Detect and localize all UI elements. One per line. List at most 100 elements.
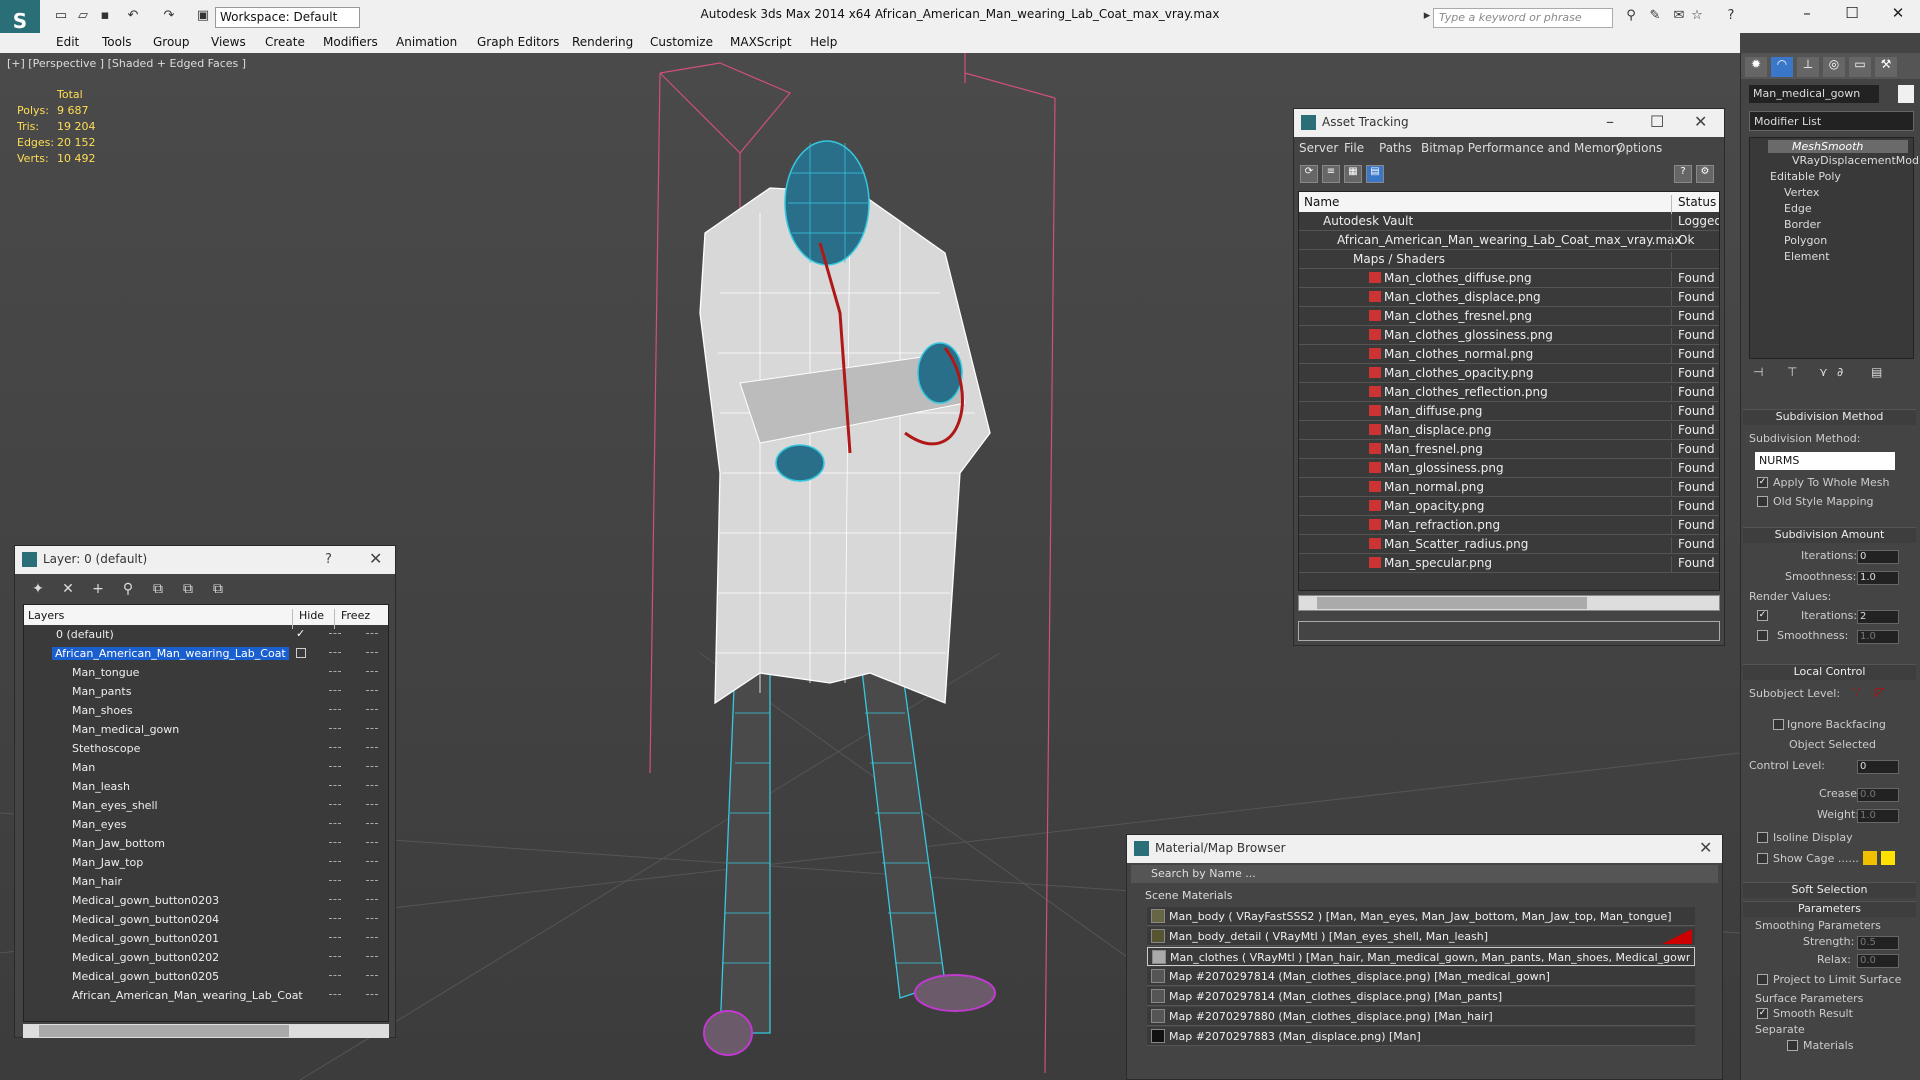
freeze-toggle[interactable]: [366, 994, 378, 996]
set-current-layer-icon[interactable]: ⧉: [179, 581, 197, 599]
layer-row[interactable]: Stethoscope: [24, 739, 388, 758]
freeze-toggle[interactable]: [366, 690, 378, 692]
scrollbar-thumb[interactable]: [39, 1025, 289, 1037]
freeze-toggle[interactable]: [366, 937, 378, 939]
layer-row[interactable]: Man_medical_gown: [24, 720, 388, 739]
hide-toggle[interactable]: [329, 918, 341, 920]
asset-row[interactable]: Maps / Shaders: [1299, 250, 1719, 269]
layer-row[interactable]: Man_tongue: [24, 663, 388, 682]
save-icon[interactable]: ▪: [96, 8, 114, 25]
configure-sets-icon[interactable]: ▤: [1871, 365, 1882, 379]
asset-menu-paths[interactable]: Paths: [1379, 141, 1412, 155]
binoculars-icon[interactable]: ⚲: [1622, 8, 1640, 25]
delete-layer-icon[interactable]: ✕: [59, 581, 77, 599]
layer-close-button[interactable]: ✕: [369, 549, 382, 568]
hide-toggle[interactable]: [329, 842, 341, 844]
layer-row[interactable]: Man_Jaw_bottom: [24, 834, 388, 853]
undo-icon[interactable]: ↶: [124, 8, 142, 25]
asset-row[interactable]: Man_displace.png Found: [1299, 421, 1719, 440]
layer-row[interactable]: Man_eyes: [24, 815, 388, 834]
freeze-toggle[interactable]: [366, 975, 378, 977]
layer-row[interactable]: Medical_gown_button0204: [24, 910, 388, 929]
menu-rendering[interactable]: Rendering: [572, 35, 633, 49]
table-view-icon[interactable]: ▤: [1366, 165, 1384, 183]
hierarchy-tab-icon[interactable]: ⊥: [1797, 57, 1819, 77]
freeze-toggle[interactable]: [366, 842, 378, 844]
freeze-toggle[interactable]: [366, 652, 378, 654]
maximize-button[interactable]: ☐: [1832, 4, 1872, 28]
menu-views[interactable]: Views: [211, 35, 246, 49]
modify-tab-icon[interactable]: ◠: [1771, 57, 1793, 77]
stack-element[interactable]: Element: [1784, 250, 1830, 263]
material-row[interactable]: Man_body ( VRayFastSSS2 ) [Man, Man_eyes…: [1147, 907, 1695, 926]
render-smoothness-checkbox[interactable]: [1757, 630, 1768, 641]
hide-toggle[interactable]: [329, 880, 341, 882]
menu-graph-editors[interactable]: Graph Editors: [477, 35, 559, 49]
make-unique-icon[interactable]: ⋎: [1819, 365, 1828, 379]
project-folder-icon[interactable]: ▣: [194, 8, 212, 25]
thumbnail-view-icon[interactable]: ▦: [1344, 165, 1362, 183]
hide-toggle[interactable]: [329, 671, 341, 673]
material-browser-titlebar[interactable]: Material/Map Browser ✕: [1127, 835, 1722, 863]
asset-minimize-button[interactable]: –: [1606, 112, 1614, 131]
hide-toggle[interactable]: [329, 766, 341, 768]
freeze-toggle[interactable]: [366, 709, 378, 711]
iterations-spinner[interactable]: 0: [1857, 550, 1899, 564]
material-browser-close-button[interactable]: ✕: [1699, 838, 1712, 857]
freeze-toggle[interactable]: [366, 747, 378, 749]
asset-path-field[interactable]: [1298, 621, 1720, 641]
scrollbar-thumb[interactable]: [1317, 597, 1587, 609]
smoothness-spinner[interactable]: 1.0: [1857, 571, 1899, 585]
rollout-subdivision-amount[interactable]: Subdivision Amount: [1743, 527, 1916, 543]
freeze-toggle[interactable]: [366, 899, 378, 901]
layer-row[interactable]: Man_leash: [24, 777, 388, 796]
layer-row[interactable]: Man: [24, 758, 388, 777]
render-iterations-checkbox[interactable]: ✓: [1757, 610, 1768, 621]
freeze-toggle[interactable]: [366, 956, 378, 958]
hide-toggle[interactable]: [329, 823, 341, 825]
asset-row[interactable]: Man_clothes_opacity.png Found: [1299, 364, 1719, 383]
asset-row[interactable]: Man_clothes_reflection.png Found: [1299, 383, 1719, 402]
asset-settings-icon[interactable]: ⚙: [1696, 165, 1714, 183]
layer-row[interactable]: Man_shoes: [24, 701, 388, 720]
vertex-level-icon[interactable]: ∵: [1853, 685, 1861, 699]
hide-toggle[interactable]: [329, 899, 341, 901]
menu-maxscript[interactable]: MAXScript: [730, 35, 792, 49]
new-file-icon[interactable]: ▭: [52, 8, 70, 25]
hide-toggle[interactable]: [329, 690, 341, 692]
layer-row[interactable]: African_American_Man_wearing_Lab_Coat: [24, 644, 388, 663]
menu-group[interactable]: Group: [153, 35, 190, 49]
freeze-toggle[interactable]: [366, 671, 378, 673]
add-to-layer-icon[interactable]: +: [89, 581, 107, 599]
help-icon[interactable]: ?: [1722, 8, 1740, 25]
hide-toggle[interactable]: [329, 785, 341, 787]
freeze-toggle[interactable]: [366, 633, 378, 635]
favorites-star-icon[interactable]: ☆: [1688, 8, 1706, 25]
refresh-icon[interactable]: ⟳: [1300, 165, 1318, 183]
asset-menu-server[interactable]: Server: [1299, 141, 1338, 155]
list-view-icon[interactable]: ≡: [1322, 165, 1340, 183]
layer-row[interactable]: Medical_gown_button0203: [24, 891, 388, 910]
menu-help[interactable]: Help: [810, 35, 837, 49]
freeze-toggle[interactable]: [366, 823, 378, 825]
col-name-header[interactable]: Name: [1304, 195, 1339, 209]
hide-toggle[interactable]: [329, 804, 341, 806]
material-row[interactable]: Man_body_detail ( VRayMtl ) [Man_eyes_sh…: [1147, 927, 1695, 946]
asset-row[interactable]: Man_clothes_fresnel.png Found: [1299, 307, 1719, 326]
asset-horizontal-scrollbar[interactable]: [1298, 595, 1720, 611]
asset-row[interactable]: Man_specular.png Found: [1299, 554, 1719, 573]
cage-color-2-swatch[interactable]: [1881, 851, 1895, 865]
asset-row[interactable]: Autodesk Vault Logged O: [1299, 212, 1719, 231]
old-style-mapping-checkbox[interactable]: [1757, 496, 1768, 507]
col-layers-header[interactable]: Layers: [28, 609, 64, 622]
layer-row[interactable]: Man_hair: [24, 872, 388, 891]
hide-toggle[interactable]: [329, 709, 341, 711]
layer-row[interactable]: 0 (default) ✓: [24, 625, 388, 644]
minimize-button[interactable]: –: [1787, 4, 1827, 28]
layer-row[interactable]: African_American_Man_wearing_Lab_Coat: [24, 986, 388, 1005]
asset-row[interactable]: Man_clothes_displace.png Found: [1299, 288, 1719, 307]
object-color-swatch[interactable]: [1898, 85, 1914, 103]
rollout-subdivision-method[interactable]: Subdivision Method: [1743, 409, 1916, 425]
rollout-parameters[interactable]: Parameters: [1743, 901, 1916, 917]
relax-spinner[interactable]: 0.0: [1857, 954, 1899, 968]
